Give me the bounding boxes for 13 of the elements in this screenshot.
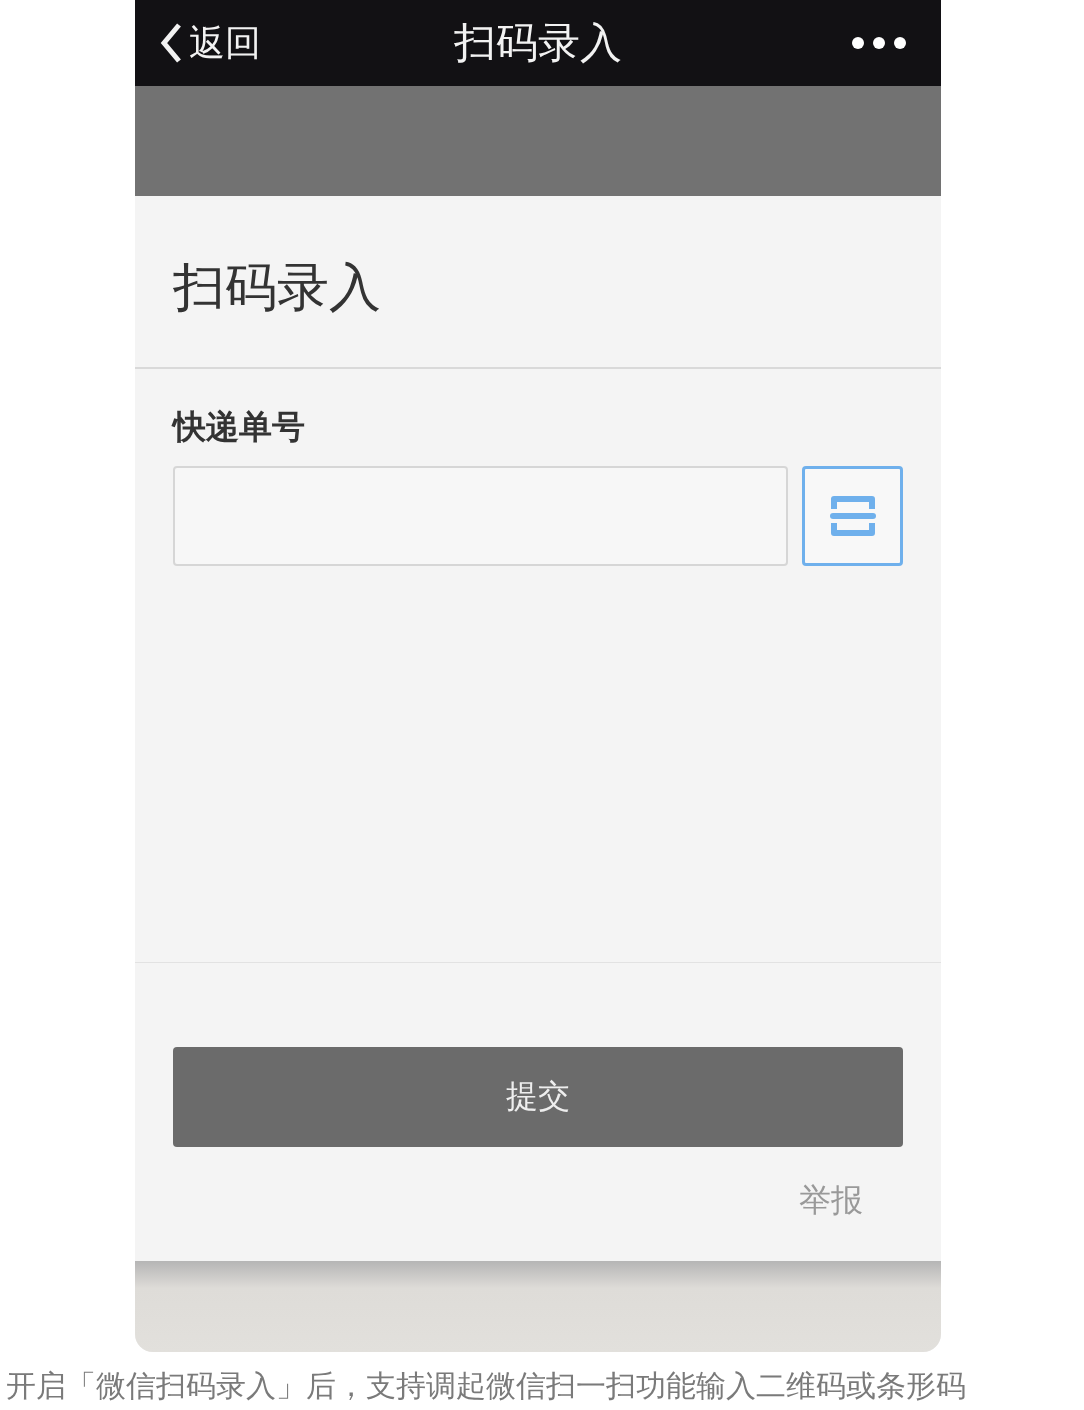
caption: 开启「微信扫码录入」后，支持调起微信扫一扫功能输入二维码或条形码 [5,1367,967,1405]
more-button[interactable] [851,36,907,50]
field-label: 快递单号 [173,406,306,448]
report-link[interactable]: 举报 [799,1179,863,1223]
window-title: 扫码录入 [454,18,622,67]
input-field[interactable] [173,466,788,566]
page-title: 扫码录入 [173,255,381,319]
submit-button[interactable]: 提交 [173,1047,903,1147]
back-chevron-icon [159,21,183,65]
scan-button[interactable] [802,466,903,566]
back-button[interactable]: 返回 [159,18,261,68]
more-icon [851,36,907,50]
scan-icon [829,493,876,539]
